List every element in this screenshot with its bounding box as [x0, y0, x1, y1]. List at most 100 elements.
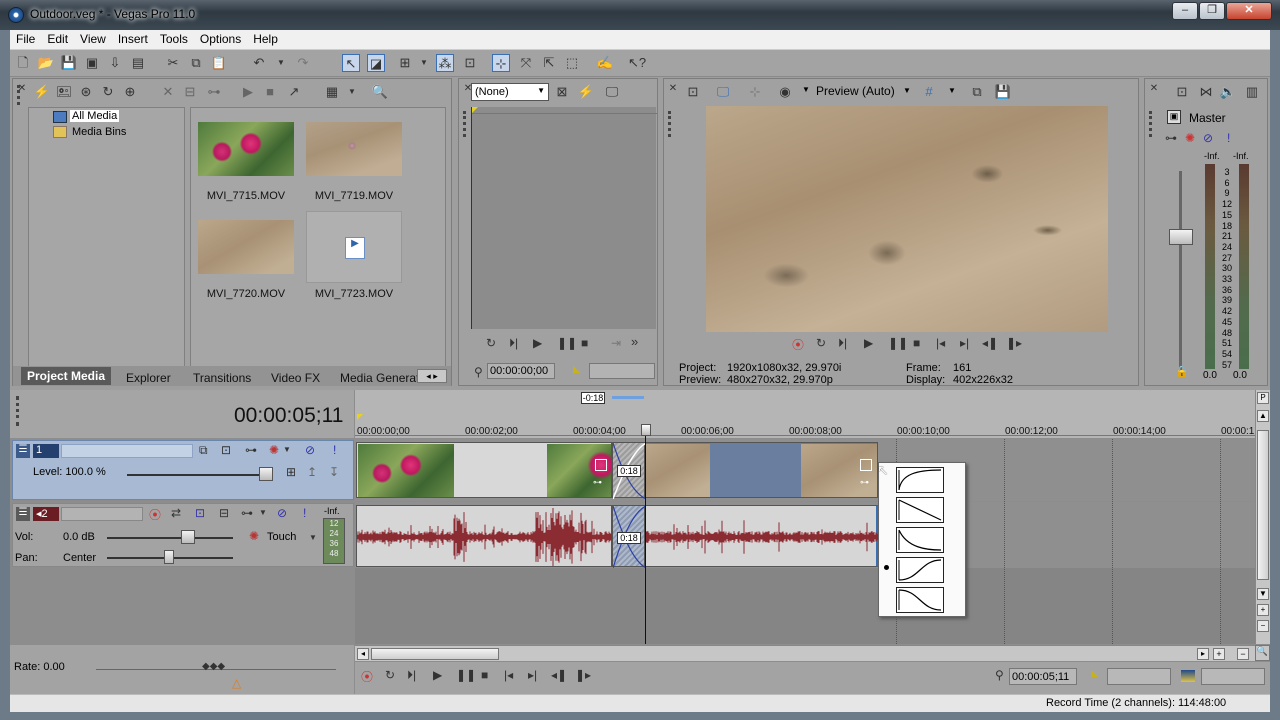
views-dropdown-icon[interactable]: ▼: [343, 83, 361, 101]
copy-snapshot-icon[interactable]: ⧉: [968, 83, 986, 101]
paste-icon[interactable]: 📋: [210, 54, 228, 72]
preview-go-end-icon[interactable]: ▸|: [960, 336, 969, 350]
redo-icon[interactable]: ↷: [294, 54, 312, 72]
save-snapshot-icon[interactable]: 💾: [994, 83, 1012, 101]
timeline-hscroll[interactable]: ◂ ▸ + −: [355, 645, 1255, 661]
tab-video-fx[interactable]: Video FX: [271, 369, 320, 387]
menu-options[interactable]: Options: [194, 30, 247, 46]
remove-media-icon[interactable]: ✕: [159, 83, 177, 101]
master-downmix-icon[interactable]: ⋈: [1197, 83, 1215, 101]
search-media-icon[interactable]: ⊕: [121, 83, 139, 101]
video-event-mvi-7720[interactable]: ⊶: [645, 442, 878, 498]
go-to-end-icon[interactable]: ▸|: [528, 668, 537, 682]
vscroll-up-icon[interactable]: ▲: [1257, 410, 1269, 422]
audio-crossfade[interactable]: 0:18: [612, 505, 646, 568]
event-pan-crop-icon[interactable]: [595, 459, 607, 471]
master-fader-handle[interactable]: [1169, 229, 1193, 245]
track-2-vol-slider[interactable]: [107, 537, 233, 539]
fade-curve-smooth[interactable]: [896, 557, 944, 583]
preview-close-icon[interactable]: ✕: [664, 80, 682, 98]
save-as-icon[interactable]: ▣: [83, 54, 101, 72]
track-1-level-thumb[interactable]: [259, 467, 273, 481]
maximize-button[interactable]: ❐: [1199, 2, 1225, 20]
minimize-button[interactable]: –: [1172, 2, 1198, 20]
preview-play-start-icon[interactable]: ⏵|: [838, 336, 847, 351]
media-thumb-mvi-7719[interactable]: [306, 122, 402, 176]
preview-loop-icon[interactable]: ↻: [816, 336, 826, 350]
trimmer-add-timeline-icon[interactable]: ⇥: [611, 336, 621, 350]
track-1-composite-icon[interactable]: ⧉: [199, 443, 208, 458]
trimmer-grip[interactable]: [463, 111, 466, 137]
master-record-icon[interactable]: ✺: [1185, 131, 1195, 145]
next-frame-icon[interactable]: ❚▸: [575, 668, 591, 682]
track-1-automation-icon[interactable]: ✺: [269, 443, 279, 457]
track-1-comp-child-icon[interactable]: ⊞: [286, 465, 296, 479]
timeline-vscroll[interactable]: P ▲ ▼ + −: [1255, 390, 1270, 644]
master-mode-icon[interactable]: ▣: [1167, 110, 1181, 124]
fade-curve-fast[interactable]: [896, 467, 944, 493]
vscroll-down-icon[interactable]: ▼: [1257, 588, 1269, 600]
video-event-mvi-7715[interactable]: ⊶: [356, 442, 612, 498]
trimmer-stop-icon[interactable]: ■: [581, 336, 588, 350]
search-icon[interactable]: 🔍: [371, 83, 389, 101]
track-2-settings-icon[interactable]: ⊟: [219, 506, 229, 520]
trimmer-length-field[interactable]: [589, 363, 655, 379]
loop-region-icon[interactable]: [1181, 670, 1195, 682]
track-2-fx-icon[interactable]: ⊡: [195, 506, 205, 520]
hscroll-right-icon[interactable]: ▸: [1197, 648, 1209, 660]
track-1-fx-icon[interactable]: ⊶: [245, 443, 257, 457]
zoom-in-icon[interactable]: +: [1213, 648, 1225, 660]
undo-icon[interactable]: ↶: [250, 54, 268, 72]
track-2-minimize-icon[interactable]: ☰: [16, 507, 30, 521]
stop-preview-icon[interactable]: ■: [261, 83, 279, 101]
playhead-handle[interactable]: [641, 424, 651, 436]
trimmer-play-icon[interactable]: ▶: [533, 336, 542, 350]
trimmer-play-start-icon[interactable]: ⏵|: [509, 336, 518, 351]
track-2-header[interactable]: ☰ ◂2 ⦿ ⇄ ⊡ ⊟ ⊶ ▼ ⊘ ! Vol: 0.0 dB ✺ Touch…: [12, 503, 354, 567]
open-icon[interactable]: 📂: [37, 54, 55, 72]
trimmer-loop-icon[interactable]: ↻: [486, 336, 496, 350]
master-properties-icon[interactable]: ⊡: [1173, 83, 1191, 101]
cut-icon[interactable]: ✂: [164, 54, 182, 72]
events-fx-icon[interactable]: ✍: [596, 54, 614, 72]
track-1-automation-dropdown-icon[interactable]: ▼: [283, 445, 291, 454]
go-to-start-icon[interactable]: |◂: [504, 668, 513, 682]
fade-curve-slow[interactable]: [896, 527, 944, 553]
play-from-start-icon[interactable]: ⏵|: [407, 668, 416, 683]
media-thumb-mvi-7720[interactable]: [198, 220, 294, 274]
external-monitor-icon[interactable]: 🖵: [714, 83, 732, 101]
import-media-icon[interactable]: ⚡: [33, 83, 51, 101]
track-1-level-slider[interactable]: [127, 474, 267, 476]
selection-tool-icon[interactable]: ⬚: [563, 54, 581, 72]
tree-item-media-bins[interactable]: Media Bins: [72, 126, 126, 138]
overlays-icon[interactable]: #: [920, 83, 938, 101]
selection-length-field[interactable]: [1107, 668, 1171, 685]
track-1-solo-icon[interactable]: !: [333, 443, 336, 457]
menu-tools[interactable]: Tools: [154, 30, 194, 46]
preview-prev-frame-icon[interactable]: ◂❚: [982, 336, 998, 350]
panel-close-icon[interactable]: ✕: [13, 80, 31, 98]
track-2-name-field[interactable]: [61, 507, 143, 521]
preview-play-icon[interactable]: ▶: [864, 336, 873, 350]
track-1-motion-icon[interactable]: ⊡: [221, 443, 231, 457]
tab-scroll-arrows[interactable]: ◂ ▸: [417, 369, 447, 383]
envelope-tool-icon[interactable]: ◪: [367, 54, 385, 72]
loop-length-field[interactable]: [1201, 668, 1265, 685]
tree-item-all-media[interactable]: All Media: [70, 110, 120, 122]
track-1-make-child-icon[interactable]: ↧: [329, 465, 339, 479]
preview-stop-icon[interactable]: ■: [913, 336, 920, 350]
master-mute-icon[interactable]: ⊘: [1203, 131, 1213, 145]
track-2-invert-phase-icon[interactable]: ⇄: [171, 506, 181, 520]
track-2-vol-thumb[interactable]: [181, 530, 195, 544]
get-media-web-icon[interactable]: ⊛: [77, 83, 95, 101]
menu-help[interactable]: Help: [247, 30, 284, 46]
track-2-automation-dropdown-icon[interactable]: ▼: [259, 508, 267, 517]
track-1-name-field[interactable]: [61, 444, 193, 458]
whats-this-icon[interactable]: ↖?: [628, 54, 646, 72]
split-dropdown-icon[interactable]: ▼: [415, 54, 433, 72]
previous-frame-icon[interactable]: ◂❚: [551, 668, 567, 682]
menu-file[interactable]: File: [10, 30, 41, 46]
preview-mode-dropdown-arrow[interactable]: ▼: [802, 85, 810, 94]
track-2-pan-thumb[interactable]: [164, 550, 174, 564]
master-lock-icon[interactable]: 🔒: [1175, 365, 1189, 378]
